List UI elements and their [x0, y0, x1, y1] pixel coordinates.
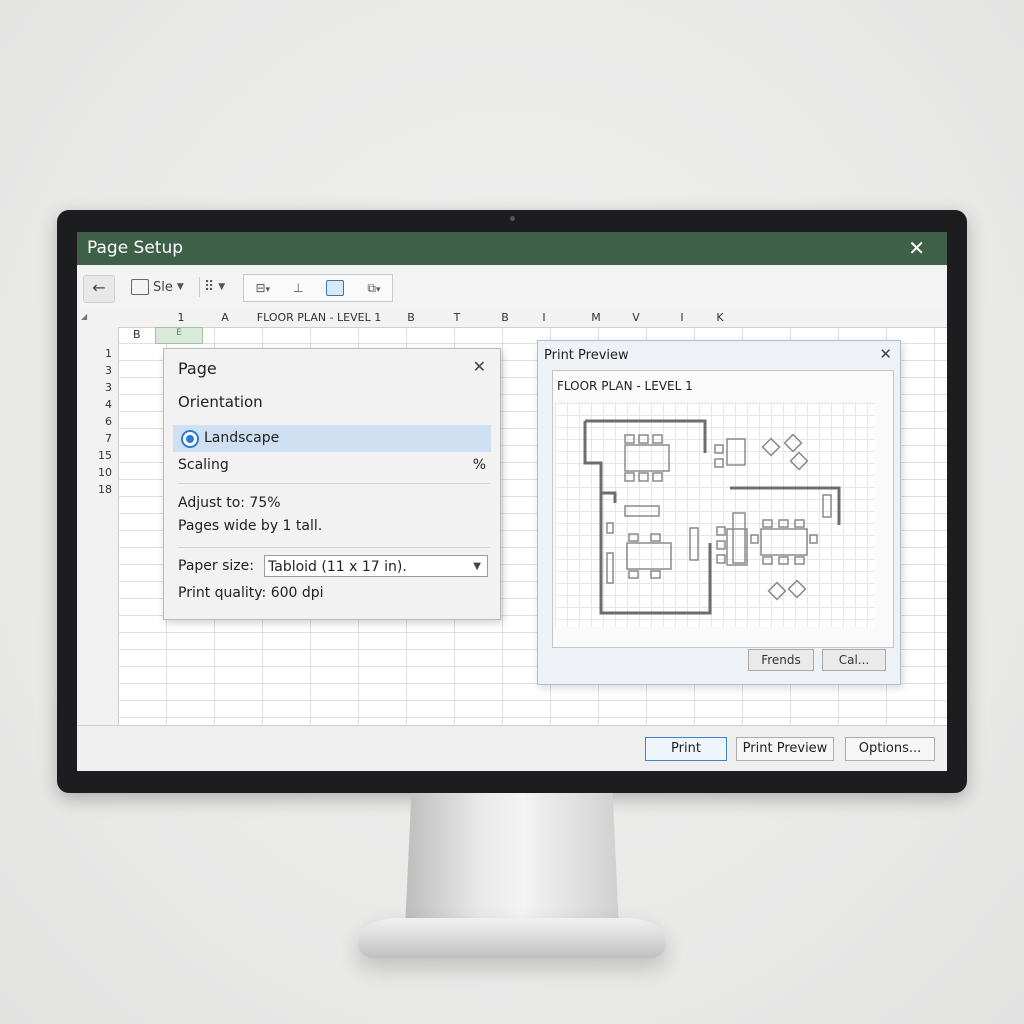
- print-preview-button[interactable]: Print Preview: [736, 737, 834, 761]
- monitor: Page Setup ✕ ← Sle ▼ ⠿ ▼ ⊟▾ ⊥ ⧉▾ ◢ 1 A F…: [57, 210, 967, 793]
- resize-icon[interactable]: ⧉▾: [367, 281, 380, 296]
- row-header-cell[interactable]: 7: [105, 432, 112, 445]
- row-header-cell[interactable]: 1: [105, 347, 112, 360]
- column-header-cell[interactable]: B: [393, 311, 429, 324]
- style-dropdown-label: Sle: [153, 279, 173, 295]
- toolbar-divider: [199, 277, 200, 297]
- layout-dropdown[interactable]: ⠿ ▼: [199, 275, 225, 299]
- screen: Page Setup ✕ ← Sle ▼ ⠿ ▼ ⊟▾ ⊥ ⧉▾ ◢ 1 A F…: [77, 232, 947, 771]
- column-header-cell[interactable]: I: [529, 311, 559, 324]
- print-button[interactable]: Print: [645, 737, 727, 761]
- divider: [178, 547, 490, 548]
- adjust-to-text[interactable]: Adjust to: 75%: [178, 495, 281, 511]
- preview-page: FLOOR PLAN - LEVEL 1: [552, 370, 894, 648]
- column-header-cell[interactable]: B: [487, 311, 523, 324]
- page-style-icon: [131, 279, 149, 295]
- column-header-cell[interactable]: T: [439, 311, 475, 324]
- paper-size-select[interactable]: Tabloid (11 x 17 in). ▼: [264, 555, 488, 577]
- percent-sign: %: [472, 457, 486, 473]
- align-left-icon[interactable]: ⊟▾: [255, 281, 270, 295]
- monitor-stand-base: [358, 918, 666, 958]
- title-bar: Page Setup ✕: [77, 232, 947, 265]
- print-preview-title: Print Preview: [544, 348, 629, 363]
- dialog-title: Page: [178, 359, 217, 378]
- cell-label: B: [133, 328, 141, 341]
- dialog-close-icon[interactable]: ✕: [473, 357, 486, 376]
- page-setup-dialog: Page ✕ Orientation Landscape Scaling % A…: [163, 348, 501, 620]
- floor-plan: [555, 403, 875, 627]
- align-center-icon[interactable]: ⊥: [293, 281, 303, 295]
- floor-plan-drawing: [583, 419, 841, 615]
- bottom-button-bar: Print Print Preview Options...: [77, 725, 947, 771]
- divider: [178, 483, 490, 484]
- row-header-cell[interactable]: 3: [105, 381, 112, 394]
- webcam: [510, 216, 515, 221]
- preview-button-1[interactable]: Frends: [748, 649, 814, 671]
- selected-cell[interactable]: E: [155, 327, 203, 344]
- row-header: 1 3 3 4 6 7 15 10 18: [77, 327, 119, 725]
- toolbar: ← Sle ▼ ⠿ ▼ ⊟▾ ⊥ ⧉▾: [77, 265, 947, 309]
- print-preview-window: Print Preview ✕ FLOOR PLAN - LEVEL 1 Fre…: [537, 340, 901, 685]
- column-header-cell[interactable]: K: [705, 311, 735, 324]
- row-header-cell[interactable]: 15: [98, 449, 112, 462]
- column-header: ◢ 1 A FLOOR PLAN - LEVEL 1 B T B I M V I…: [77, 309, 947, 328]
- paper-size-value: Tabloid (11 x 17 in).: [268, 559, 407, 575]
- monitor-stand-neck: [405, 793, 619, 928]
- row-header-cell[interactable]: 10: [98, 466, 112, 479]
- landscape-label: Landscape: [204, 430, 280, 446]
- print-quality-text: Print quality: 600 dpi: [178, 585, 324, 601]
- options-button[interactable]: Options...: [845, 737, 935, 761]
- paper-size-label: Paper size:: [178, 558, 254, 574]
- preview-cancel-button[interactable]: Cal...: [822, 649, 886, 671]
- grid-layout-icon: ⠿: [204, 279, 215, 295]
- column-header-cell[interactable]: M: [581, 311, 611, 324]
- chevron-down-icon: ▼: [218, 282, 226, 292]
- chevron-down-icon: ▼: [473, 561, 481, 572]
- fit-page-icon[interactable]: [326, 280, 345, 296]
- window-close-icon[interactable]: ✕: [908, 236, 925, 260]
- column-header-cell[interactable]: A: [207, 311, 243, 324]
- corner-icon: ◢: [81, 312, 88, 321]
- row-header-cell[interactable]: 3: [105, 364, 112, 377]
- landscape-option[interactable]: Landscape: [173, 425, 491, 452]
- style-dropdown[interactable]: Sle ▼: [131, 275, 184, 299]
- chevron-down-icon: ▼: [176, 282, 184, 292]
- row-header-cell[interactable]: 18: [98, 483, 112, 496]
- preview-heading: FLOOR PLAN - LEVEL 1: [557, 379, 693, 393]
- radio-selected-icon[interactable]: [181, 430, 199, 448]
- column-header-cell[interactable]: I: [667, 311, 697, 324]
- align-tool-group: ⊟▾ ⊥ ⧉▾: [243, 274, 393, 302]
- back-button[interactable]: ←: [83, 275, 115, 303]
- column-header-cell[interactable]: 1: [161, 311, 201, 324]
- row-header-cell[interactable]: 4: [105, 398, 112, 411]
- print-preview-close-icon[interactable]: ✕: [879, 345, 892, 363]
- column-header-cell[interactable]: V: [621, 311, 651, 324]
- window-title: Page Setup: [87, 238, 184, 258]
- pages-wide-text[interactable]: Pages wide by 1 tall.: [178, 518, 322, 534]
- row-header-cell[interactable]: 6: [105, 415, 112, 428]
- orientation-label: Orientation: [178, 393, 263, 411]
- scaling-label: Scaling: [178, 457, 229, 473]
- column-header-cell[interactable]: FLOOR PLAN - LEVEL 1: [249, 311, 389, 324]
